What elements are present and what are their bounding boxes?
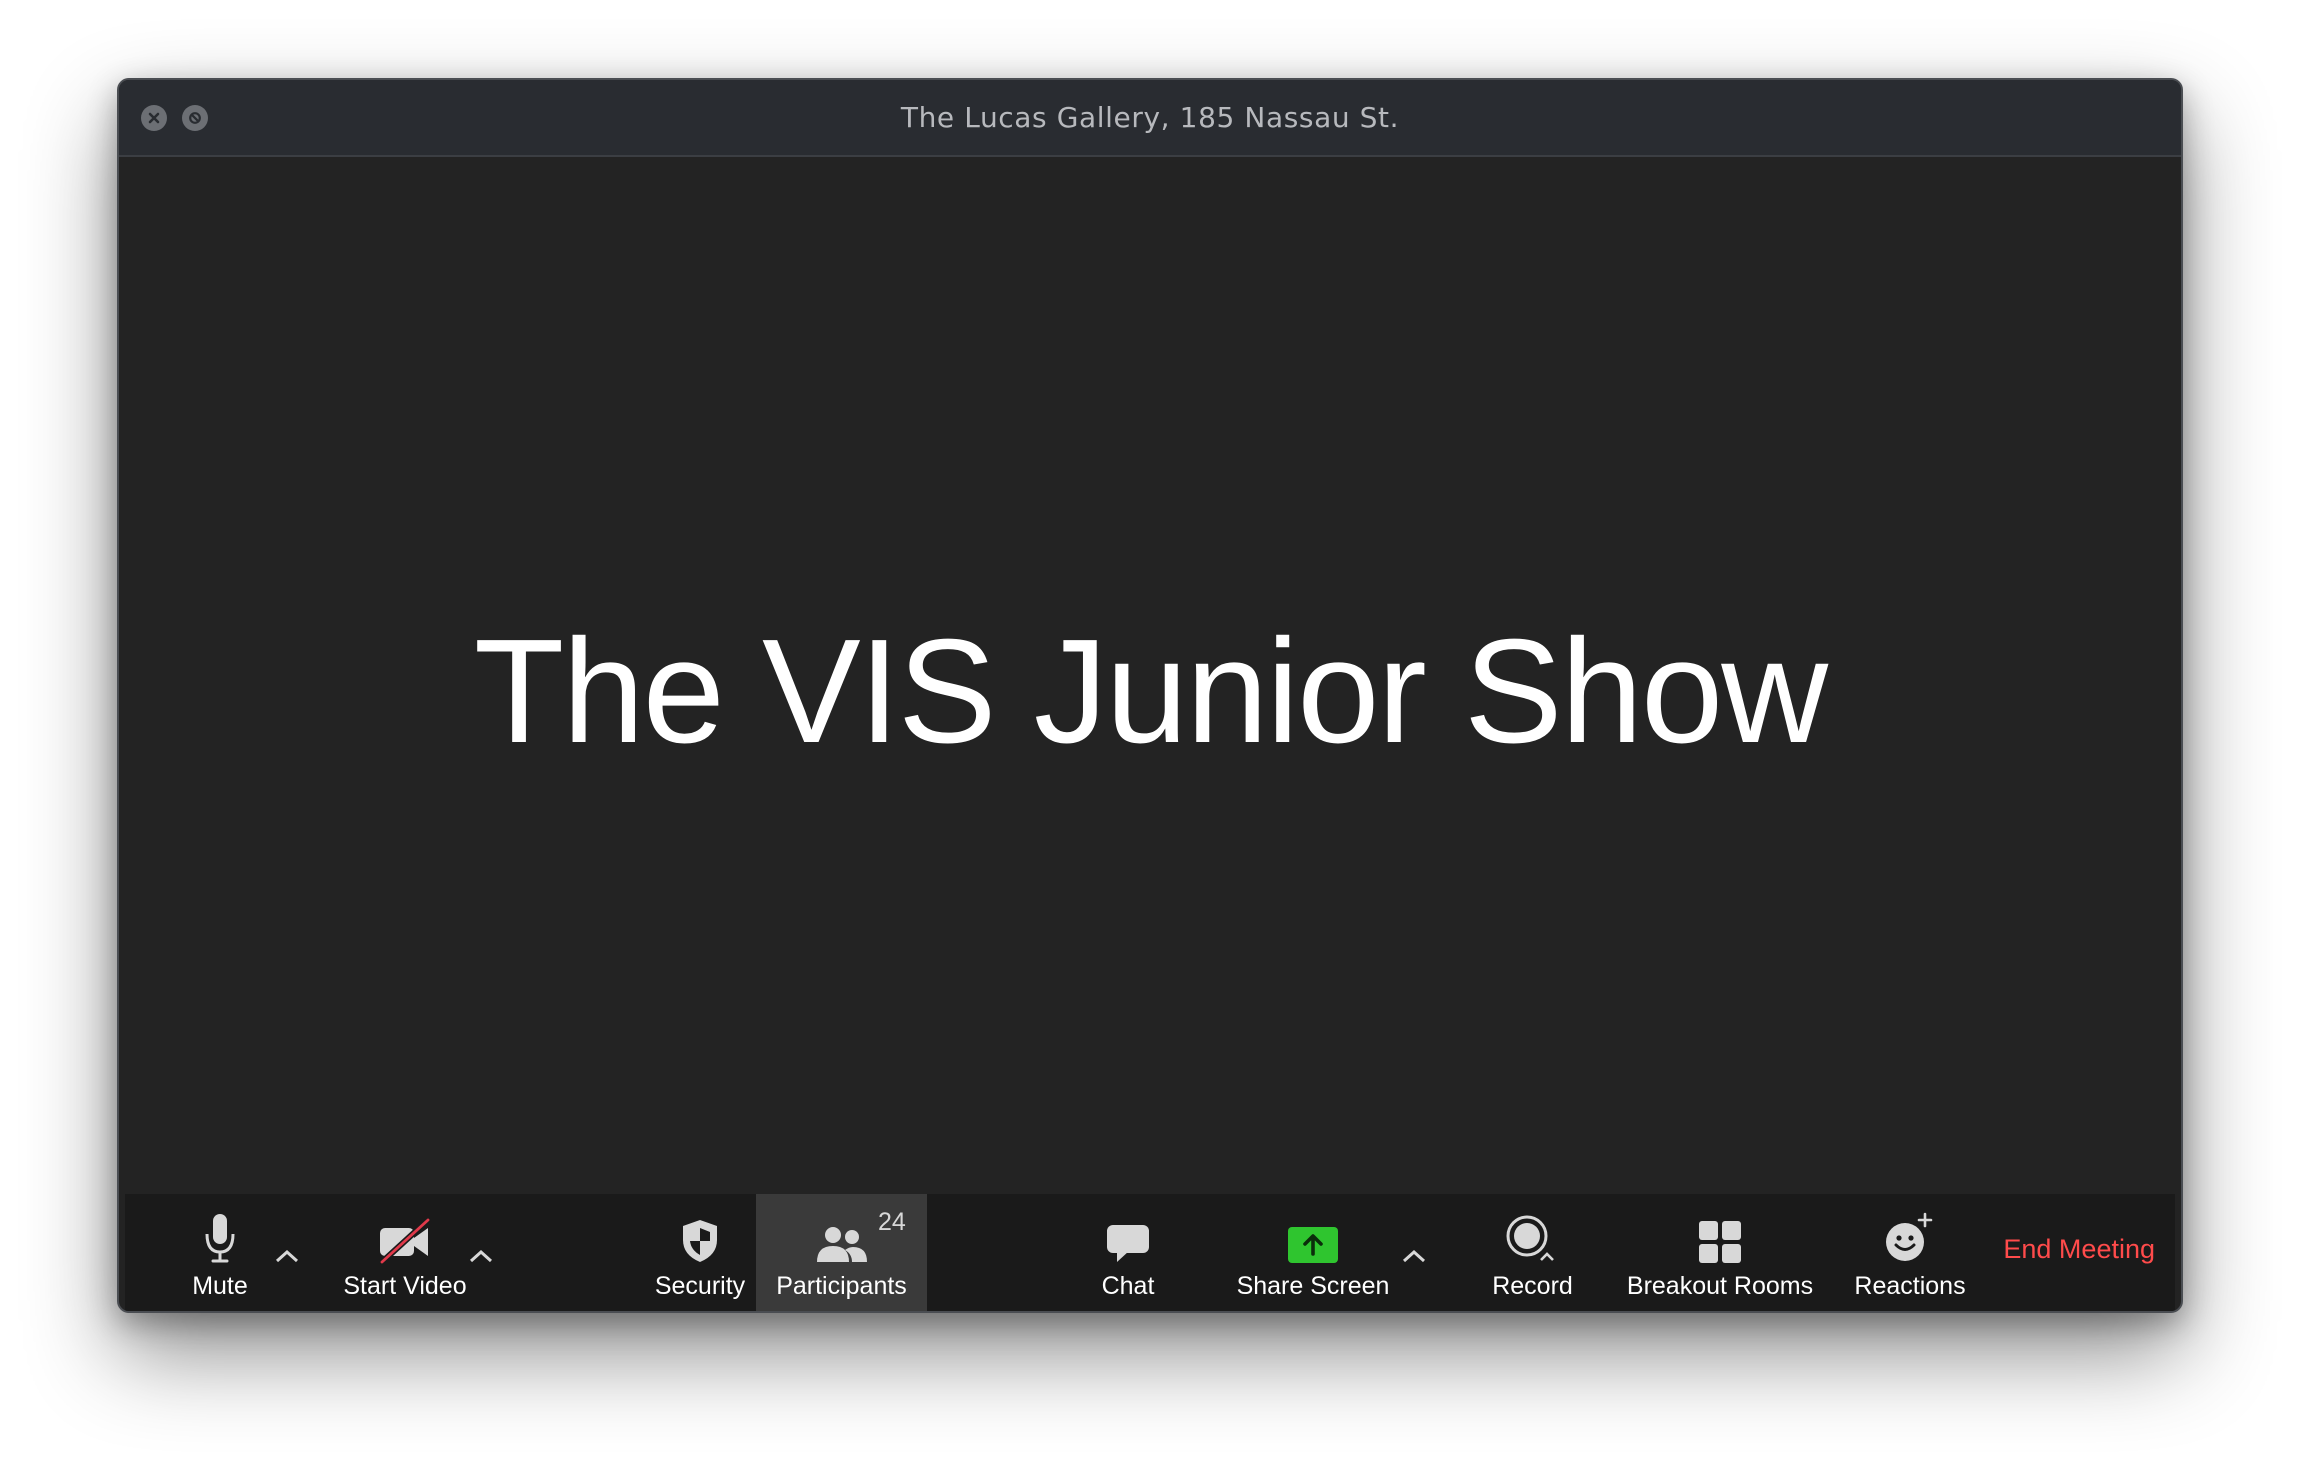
- breakout-rooms-button[interactable]: Breakout Rooms: [1605, 1194, 1835, 1311]
- shield-icon: [683, 1220, 717, 1262]
- mute-button[interactable]: Mute: [165, 1194, 275, 1311]
- meeting-toolbar: Mute Start Video Security Participants 2…: [125, 1194, 2175, 1311]
- chevron-up-icon: [1402, 1249, 1426, 1263]
- breakout-rooms-label: Breakout Rooms: [1626, 1272, 1814, 1300]
- zoom-meeting-window: The Lucas Gallery, 185 Nassau St. The VI…: [117, 78, 2183, 1313]
- participants-button[interactable]: Participants 24: [756, 1194, 927, 1311]
- audio-options-caret[interactable]: [267, 1236, 307, 1276]
- reactions-label: Reactions: [1854, 1272, 1966, 1300]
- chat-bubble-icon: [1107, 1225, 1149, 1262]
- participants-count: 24: [878, 1208, 906, 1236]
- chevron-up-icon: [275, 1249, 299, 1263]
- microphone-icon: [205, 1214, 235, 1263]
- record-icon: [1506, 1215, 1554, 1261]
- people-icon: [816, 1227, 867, 1262]
- chevron-up-icon: [469, 1249, 493, 1263]
- reactions-button[interactable]: Reactions: [1840, 1194, 1980, 1311]
- record-label: Record: [1492, 1272, 1573, 1300]
- chat-label: Chat: [1101, 1272, 1155, 1300]
- video-off-icon: [379, 1218, 431, 1264]
- record-button[interactable]: Record: [1475, 1194, 1590, 1311]
- start-video-label: Start Video: [343, 1272, 467, 1300]
- share-screen-label: Share Screen: [1236, 1272, 1390, 1300]
- smiley-icon: [1886, 1212, 1933, 1261]
- shared-screen-area: The VIS Junior Show: [125, 159, 2175, 1194]
- presentation-title: The VIS Junior Show: [473, 608, 1828, 774]
- end-meeting-button[interactable]: End Meeting: [2003, 1234, 2155, 1265]
- participants-label: Participants: [776, 1272, 907, 1300]
- share-screen-icon: [1288, 1227, 1338, 1263]
- grid-icon: [1699, 1221, 1741, 1263]
- share-screen-button[interactable]: Share Screen: [1228, 1194, 1398, 1311]
- mute-label: Mute: [192, 1272, 248, 1300]
- chat-button[interactable]: Chat: [1073, 1194, 1183, 1311]
- title-bar: The Lucas Gallery, 185 Nassau St.: [119, 80, 2181, 157]
- security-label: Security: [654, 1272, 746, 1300]
- window-title: The Lucas Gallery, 185 Nassau St.: [900, 101, 1400, 134]
- video-options-caret[interactable]: [461, 1236, 501, 1276]
- share-options-caret[interactable]: [1394, 1236, 1434, 1276]
- security-button[interactable]: Security: [625, 1194, 775, 1311]
